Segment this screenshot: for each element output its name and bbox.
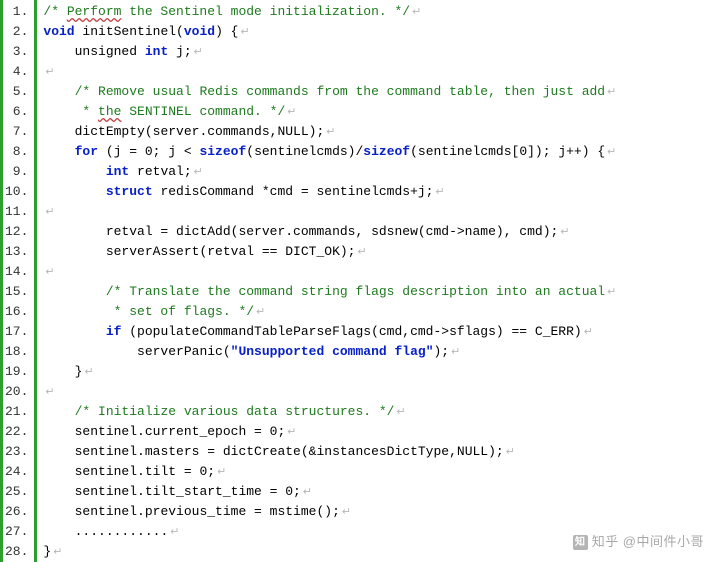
line-number: 19. [5,362,30,382]
line-number: 15. [5,282,30,302]
eol-icon: ↵ [285,107,296,119]
line-number: 18. [5,342,30,362]
eol-icon: ↵ [324,127,335,139]
code-line: ↵ [43,202,720,222]
line-number-gutter: 1.2.3.4.5.6.7.8.9.10.11.12.13.14.15.16.1… [0,0,37,562]
code-line: dictEmpty(server.commands,NULL);↵ [43,122,720,142]
line-number: 26. [5,502,30,522]
code-line: /* Remove usual Redis commands from the … [43,82,720,102]
line-number: 20. [5,382,30,402]
line-number: 25. [5,482,30,502]
code-line: retval = dictAdd(server.commands, sdsnew… [43,222,720,242]
code-block: 1.2.3.4.5.6.7.8.9.10.11.12.13.14.15.16.1… [0,0,720,562]
eol-icon: ↵ [340,507,351,519]
eol-icon: ↵ [43,67,54,79]
eol-icon: ↵ [285,427,296,439]
eol-icon: ↵ [394,407,405,419]
line-number: 4. [5,62,30,82]
code-line: /* Translate the command string flags de… [43,282,720,302]
eol-icon: ↵ [301,487,312,499]
code-line: * the SENTINEL command. */↵ [43,102,720,122]
code-line: /* Perform the Sentinel mode initializat… [43,2,720,22]
line-number: 17. [5,322,30,342]
code-line: sentinel.masters = dictCreate(&instances… [43,442,720,462]
eol-icon: ↵ [238,27,249,39]
code-line: }↵ [43,542,720,562]
code-line: /* Initialize various data structures. *… [43,402,720,422]
line-number: 21. [5,402,30,422]
eol-icon: ↵ [43,207,54,219]
line-number: 2. [5,22,30,42]
code-line: sentinel.tilt_start_time = 0;↵ [43,482,720,502]
code-line: }↵ [43,362,720,382]
eol-icon: ↵ [82,367,93,379]
code-line: void initSentinel(void) {↵ [43,22,720,42]
code-line: ↵ [43,262,720,282]
code-line: sentinel.tilt = 0;↵ [43,462,720,482]
code-line: if (populateCommandTableParseFlags(cmd,c… [43,322,720,342]
code-line: ↵ [43,62,720,82]
line-number: 16. [5,302,30,322]
line-number: 28. [5,542,30,562]
eol-icon: ↵ [43,387,54,399]
line-number: 23. [5,442,30,462]
line-number: 27. [5,522,30,542]
code-line: ↵ [43,382,720,402]
eol-icon: ↵ [215,467,226,479]
code-line: for (j = 0; j < sizeof(sentinelcmds)/siz… [43,142,720,162]
eol-icon: ↵ [355,247,366,259]
line-number: 3. [5,42,30,62]
eol-icon: ↵ [254,307,265,319]
eol-icon: ↵ [51,547,62,559]
code-line: * set of flags. */↵ [43,302,720,322]
line-number: 10. [5,182,30,202]
eol-icon: ↵ [582,327,593,339]
code-line: sentinel.previous_time = mstime();↵ [43,502,720,522]
eol-icon: ↵ [605,287,616,299]
line-number: 22. [5,422,30,442]
line-number: 24. [5,462,30,482]
code-line: serverAssert(retval == DICT_OK);↵ [43,242,720,262]
eol-icon: ↵ [449,347,460,359]
line-number: 6. [5,102,30,122]
line-number: 11. [5,202,30,222]
eol-icon: ↵ [43,267,54,279]
eol-icon: ↵ [410,7,421,19]
line-number: 5. [5,82,30,102]
line-number: 1. [5,2,30,22]
line-number: 9. [5,162,30,182]
eol-icon: ↵ [605,87,616,99]
eol-icon: ↵ [192,167,203,179]
code-line: sentinel.current_epoch = 0;↵ [43,422,720,442]
eol-icon: ↵ [434,187,445,199]
eol-icon: ↵ [192,47,203,59]
code-line: ............↵ [43,522,720,542]
line-number: 7. [5,122,30,142]
code-line: serverPanic("Unsupported command flag");… [43,342,720,362]
code-lines: /* Perform the Sentinel mode initializat… [37,0,720,562]
eol-icon: ↵ [168,527,179,539]
code-line: struct redisCommand *cmd = sentinelcmds+… [43,182,720,202]
eol-icon: ↵ [605,147,616,159]
eol-icon: ↵ [504,447,515,459]
line-number: 14. [5,262,30,282]
line-number: 8. [5,142,30,162]
code-line: int retval;↵ [43,162,720,182]
line-number: 13. [5,242,30,262]
code-line: unsigned int j;↵ [43,42,720,62]
line-number: 12. [5,222,30,242]
eol-icon: ↵ [558,227,569,239]
